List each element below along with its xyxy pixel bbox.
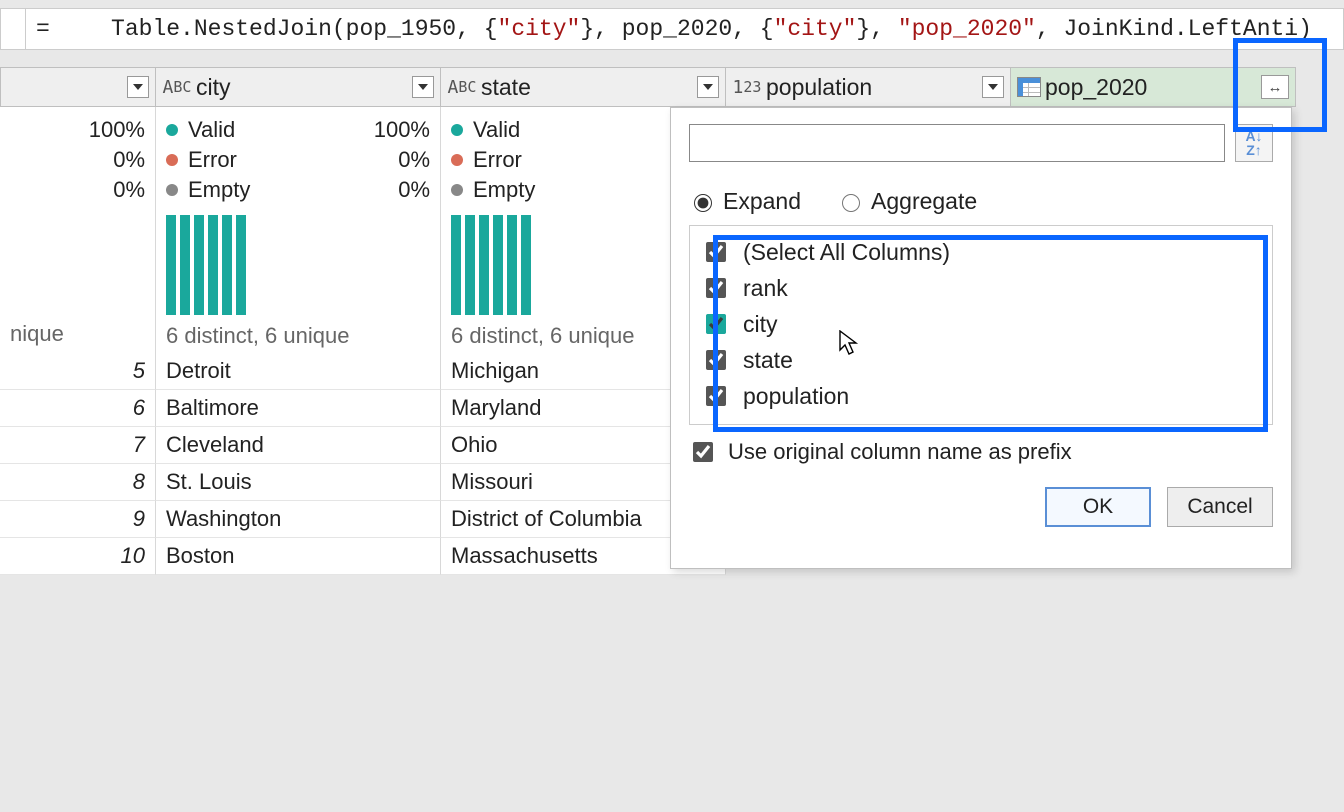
empty-dot-icon	[166, 184, 178, 196]
checkbox-state[interactable]	[706, 350, 726, 370]
formula-fx-gutter	[1, 9, 26, 49]
checkbox-city[interactable]	[706, 314, 726, 334]
column-name-population: population	[762, 74, 982, 101]
column-header-population[interactable]: 123 population	[726, 67, 1011, 107]
filter-dropdown-icon[interactable]	[127, 76, 149, 98]
distinct-text-rank: nique	[10, 321, 145, 347]
cell-rank: 7	[0, 427, 156, 464]
column-select-list: (Select All Columns) rank city state pop…	[689, 225, 1273, 425]
cell-rank: 5	[0, 353, 156, 390]
option-city[interactable]: city	[702, 306, 1260, 342]
valid-dot-icon	[166, 124, 178, 136]
type-text-icon: ABC	[162, 74, 192, 100]
cell-city: Detroit	[156, 353, 441, 390]
column-name-state: state	[477, 74, 697, 101]
prefix-row[interactable]: Use original column name as prefix	[689, 439, 1273, 465]
column-search-input[interactable]	[689, 124, 1225, 162]
formula-equals: =	[26, 16, 56, 42]
radio-aggregate-input[interactable]	[842, 194, 860, 212]
valid-dot-icon	[451, 124, 463, 136]
table-row[interactable]: 6 Baltimore Maryland	[0, 390, 726, 427]
filter-dropdown-icon[interactable]	[982, 76, 1004, 98]
column-header-city[interactable]: ABC city	[156, 67, 441, 107]
cell-rank: 10	[0, 538, 156, 575]
radio-expand-input[interactable]	[694, 194, 712, 212]
sort-az-button[interactable]: A↓Z↑	[1235, 124, 1273, 162]
empty-pct: 0%	[83, 175, 145, 205]
cell-rank: 9	[0, 501, 156, 538]
table-row[interactable]: 5 Detroit Michigan	[0, 353, 726, 390]
table-row[interactable]: 7 Cleveland Ohio	[0, 427, 726, 464]
cell-city: Cleveland	[156, 427, 441, 464]
valid-pct: 100%	[83, 115, 145, 145]
cell-city: St. Louis	[156, 464, 441, 501]
column-name-pop2020: pop_2020	[1041, 74, 1261, 101]
cancel-button[interactable]: Cancel	[1167, 487, 1273, 527]
expand-column-icon[interactable]: ↔	[1261, 75, 1289, 99]
checkbox-select-all[interactable]	[706, 242, 726, 262]
type-number-icon: 123	[732, 74, 762, 100]
column-headers: ABC city ABC state 123 population pop_20…	[0, 67, 1296, 107]
checkbox-prefix[interactable]	[693, 442, 713, 462]
option-rank[interactable]: rank	[702, 270, 1260, 306]
column-name-city: city	[192, 74, 412, 101]
empty-dot-icon	[451, 184, 463, 196]
cell-city: Boston	[156, 538, 441, 575]
table-row[interactable]: 10 Boston Massachusetts	[0, 538, 726, 575]
column-header-rank[interactable]	[0, 67, 156, 107]
formula-text[interactable]: Table.NestedJoin(pop_1950, {"city"}, pop…	[56, 0, 1312, 68]
distinct-text-city: 6 distinct, 6 unique	[166, 323, 430, 349]
cell-city: Washington	[156, 501, 441, 538]
checkbox-population[interactable]	[706, 386, 726, 406]
error-dot-icon	[451, 154, 463, 166]
quality-cell-city: Valid100% Error0% Empty0% 6 distinct, 6 …	[156, 107, 441, 353]
option-population[interactable]: population	[702, 378, 1260, 414]
type-text-icon: ABC	[447, 74, 477, 100]
radio-aggregate[interactable]: Aggregate	[837, 188, 977, 215]
expand-columns-popup: A↓Z↑ Expand Aggregate (Select All Column…	[670, 107, 1292, 569]
option-state[interactable]: state	[702, 342, 1260, 378]
table-row[interactable]: 8 St. Louis Missouri	[0, 464, 726, 501]
column-quality-band: 100% 0% 0% nique Valid100% Error0% Empty…	[0, 107, 726, 353]
cell-city: Baltimore	[156, 390, 441, 427]
filter-dropdown-icon[interactable]	[412, 76, 434, 98]
data-grid: 5 Detroit Michigan 6 Baltimore Maryland …	[0, 353, 726, 575]
error-dot-icon	[166, 154, 178, 166]
checkbox-rank[interactable]	[706, 278, 726, 298]
option-select-all[interactable]: (Select All Columns)	[702, 234, 1260, 270]
formula-bar[interactable]: = Table.NestedJoin(pop_1950, {"city"}, p…	[0, 8, 1344, 50]
quality-cell-rank: 100% 0% 0% nique	[0, 107, 156, 353]
cell-rank: 6	[0, 390, 156, 427]
distribution-bars	[166, 215, 430, 315]
cell-rank: 8	[0, 464, 156, 501]
type-table-icon	[1017, 77, 1041, 97]
filter-dropdown-icon[interactable]	[697, 76, 719, 98]
column-header-pop2020[interactable]: pop_2020 ↔	[1011, 67, 1296, 107]
table-row[interactable]: 9 Washington District of Columbia	[0, 501, 726, 538]
column-header-state[interactable]: ABC state	[441, 67, 726, 107]
ok-button[interactable]: OK	[1045, 487, 1151, 527]
radio-expand[interactable]: Expand	[689, 188, 801, 215]
error-pct: 0%	[83, 145, 145, 175]
